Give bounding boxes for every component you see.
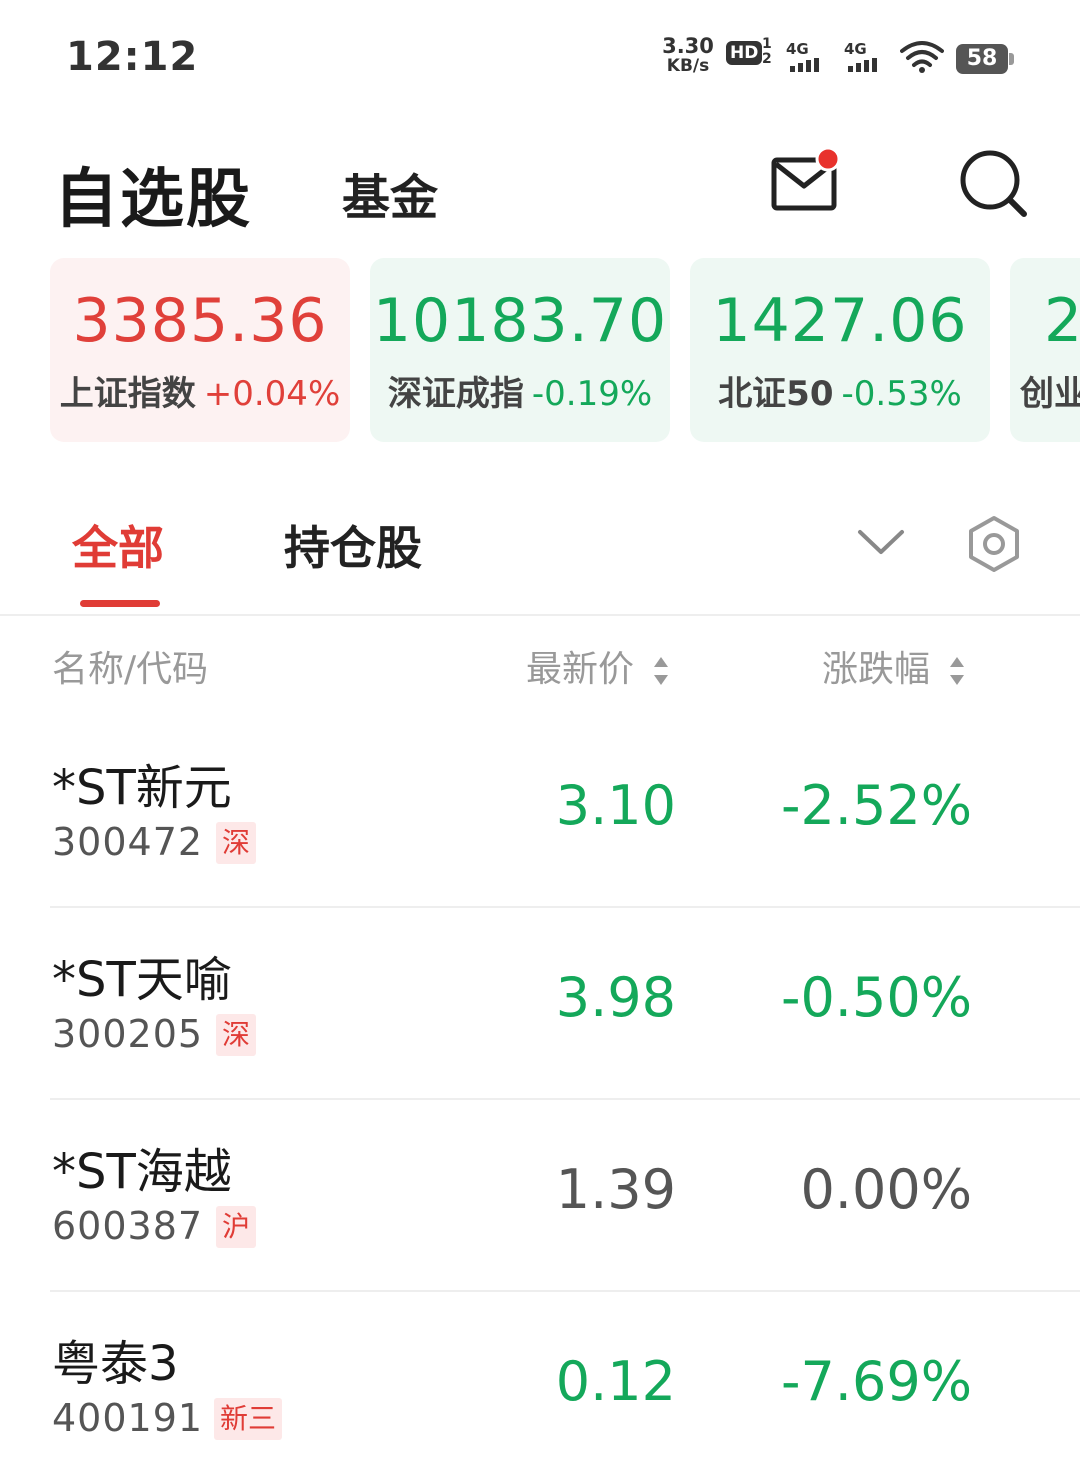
stock-name: *ST海越 [52, 1144, 232, 1200]
network-speed: 3.30 KB/s [658, 34, 718, 77]
stock-name: *ST新元 [52, 760, 232, 816]
market-badge: 沪 [216, 1206, 257, 1248]
stock-change: -2.52% [780, 774, 972, 837]
index-card[interactable]: 3385.36 上证指数 +0.04% [50, 258, 350, 442]
tab-holdings[interactable]: 持仓股 [284, 512, 422, 578]
divider [0, 614, 1080, 616]
expand-dropdown-button[interactable] [854, 522, 908, 562]
stock-code: 300205 [52, 1012, 204, 1056]
mail-icon [771, 146, 841, 211]
market-badge: 深 [216, 1014, 257, 1056]
column-header-latest-price-label: 最新价 [526, 649, 635, 690]
hd-sim-indicator: 12 [762, 36, 772, 67]
stock-change: -0.50% [780, 966, 972, 1029]
signal-icon-sim2: 4G [844, 40, 894, 74]
active-tab-indicator [80, 600, 160, 607]
index-card[interactable]: 2 创业 [1010, 258, 1080, 442]
tab-all[interactable]: 全部 [72, 512, 164, 578]
wifi-icon [900, 40, 944, 78]
index-value: 10183.70 [372, 286, 668, 356]
stock-name: 粤泰3 [52, 1336, 179, 1392]
stock-change: -7.69% [780, 1350, 972, 1413]
stock-change: 0.00% [800, 1158, 972, 1221]
message-button[interactable] [770, 146, 844, 216]
index-name: 深证成指 [387, 374, 524, 414]
column-header-change-pct[interactable]: 涨跌幅 [822, 640, 967, 692]
stock-code: 600387 [52, 1204, 204, 1248]
battery-icon: 58 [956, 44, 1014, 74]
stock-price: 3.98 [555, 966, 676, 1029]
network-speed-unit: KB/s [666, 56, 710, 76]
status-time: 12:12 [66, 34, 199, 80]
index-name: 创业 [1020, 374, 1080, 414]
index-value: 1427.06 [712, 286, 968, 356]
stock-code: 300472 [52, 820, 204, 864]
page-title[interactable]: 自选股 [54, 148, 252, 240]
index-card[interactable]: 10183.70 深证成指 -0.19% [370, 258, 670, 442]
battery-level: 58 [956, 44, 1008, 74]
market-badge: 新三 [214, 1398, 283, 1440]
index-change: -0.53% [841, 374, 962, 414]
index-name: 北证50 [718, 374, 834, 414]
search-button[interactable] [958, 148, 1030, 220]
market-badge: 深 [216, 822, 257, 864]
status-bar: 12:12 3.30 KB/s HD 12 4G 4G 58 [0, 0, 1080, 110]
network-type-label: 4G [844, 40, 867, 58]
search-icon [960, 150, 1027, 217]
index-change: +0.04% [203, 374, 341, 414]
hd-label: HD [726, 41, 763, 65]
index-name: 上证指数 [59, 374, 196, 414]
stock-price: 3.10 [555, 774, 676, 837]
index-value: 2 [1044, 286, 1080, 356]
sort-icon [950, 657, 965, 685]
index-card[interactable]: 1427.06 北证50 -0.53% [690, 258, 990, 442]
stock-row[interactable]: *ST海越 600387 沪 1.39 0.00% [0, 1100, 1080, 1292]
stock-price: 1.39 [555, 1158, 676, 1221]
signal-icon-sim1: 4G [786, 40, 836, 74]
index-change: -0.19% [531, 374, 653, 414]
index-value: 3385.36 [72, 286, 328, 356]
market-index-strip[interactable]: 3385.36 上证指数 +0.04% 10183.70 深证成指 -0.19% 1… [0, 258, 1080, 442]
stock-row[interactable]: *ST新元 300472 深 3.10 -2.52% [0, 716, 1080, 908]
stock-name: *ST天喻 [52, 952, 232, 1008]
column-header-change-pct-label: 涨跌幅 [822, 649, 931, 690]
settings-button[interactable] [966, 514, 1022, 574]
column-header-name-code: 名称/代码 [52, 649, 209, 690]
sort-icon [654, 657, 669, 685]
network-speed-value: 3.30 [662, 34, 714, 58]
tab-fund[interactable]: 基金 [342, 158, 438, 228]
network-type-label: 4G [786, 40, 809, 58]
hd-voice-icon: HD 12 [726, 37, 772, 67]
column-header-latest-price[interactable]: 最新价 [526, 640, 671, 692]
stock-row[interactable]: *ST天喻 300205 深 3.98 -0.50% [0, 908, 1080, 1100]
chevron-down-icon [858, 530, 904, 554]
stock-code: 400191 [52, 1396, 204, 1440]
hexagon-settings-icon [969, 516, 1019, 572]
stock-price: 0.12 [555, 1350, 676, 1413]
stock-row[interactable]: 粤泰3 400191 新三 0.12 -7.69% [0, 1292, 1080, 1470]
